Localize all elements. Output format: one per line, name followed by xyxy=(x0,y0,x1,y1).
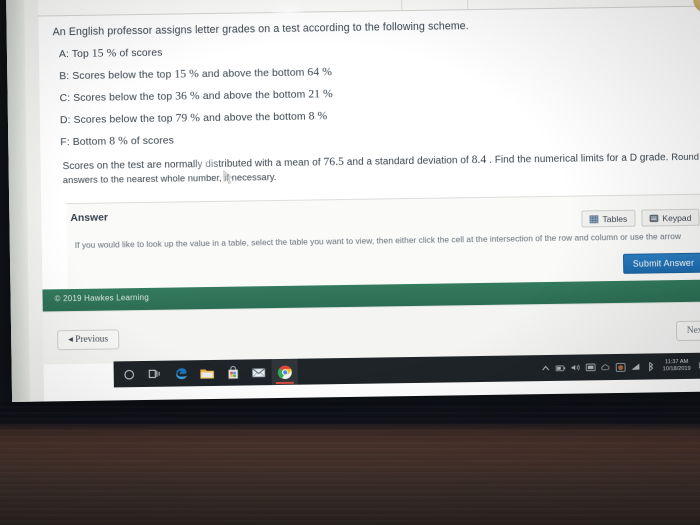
antivirus-shield-icon[interactable] xyxy=(615,362,626,372)
scheme-line-a: A: Top 15 % of scores xyxy=(59,38,693,61)
scheme-text-c-1: Scores below the top xyxy=(73,91,173,105)
keypad-button-label: Keypad xyxy=(662,212,692,223)
scheme-text-d-1: Scores below the top xyxy=(73,113,173,127)
stats-mean-value: 76.5 xyxy=(323,155,345,169)
show-hidden-icons-chevron-icon[interactable] xyxy=(541,363,551,373)
stats-text-1: Scores on the test are normally distribu… xyxy=(62,157,321,173)
scheme-text-f-2: of scores xyxy=(130,135,175,148)
google-chrome-icon[interactable] xyxy=(271,358,298,386)
scheme-value-c-2: 21 % xyxy=(308,87,333,101)
battery-icon[interactable] xyxy=(555,363,566,373)
scheme-text-a-2: of scores xyxy=(119,47,163,60)
microsoft-edge-icon[interactable] xyxy=(168,360,194,386)
desk-surface xyxy=(0,400,700,525)
scheme-grade-b: B: xyxy=(59,71,70,83)
mouse-cursor-icon xyxy=(223,170,234,185)
wifi-icon[interactable] xyxy=(631,362,641,372)
answer-panel: Answer Tables Keypad If you would like t… xyxy=(66,193,700,290)
scheme-grade-f: F: xyxy=(60,137,70,149)
browser-viewport: 0/10 Correct ★ An English professor assi… xyxy=(6,0,700,402)
scheme-value-b-2: 64 % xyxy=(307,65,333,79)
scheme-text-b-2: and above the bottom xyxy=(201,67,305,81)
scheme-grade-d: D: xyxy=(59,115,71,127)
scheme-text-d-2: and above the bottom xyxy=(203,111,306,125)
answer-heading: Answer xyxy=(70,212,109,225)
scheme-value-f-1: 8 % xyxy=(109,134,128,148)
system-tray: 11:37 AM 10/18/2019 xyxy=(540,353,700,382)
previous-button[interactable]: ◂ Previous xyxy=(57,329,120,351)
task-view-icon[interactable] xyxy=(142,361,168,387)
display-settings-icon[interactable] xyxy=(585,362,596,372)
file-explorer-icon[interactable] xyxy=(194,360,220,386)
scheme-value-a-1: 15 % xyxy=(91,46,117,60)
bluetooth-icon[interactable] xyxy=(646,361,656,372)
onedrive-icon[interactable] xyxy=(601,362,611,372)
cortana-search-icon[interactable] xyxy=(116,361,142,387)
answer-tool-buttons: Tables Keypad xyxy=(581,208,700,228)
clock-date: 10/18/2019 xyxy=(662,365,691,373)
table-grid-icon xyxy=(589,214,599,223)
taskbar-clock[interactable]: 11:37 AM 10/18/2019 xyxy=(661,359,693,373)
question-stats: Scores on the test are normally distribu… xyxy=(63,149,700,187)
question-intro: An English professor assigns letter grad… xyxy=(52,20,469,39)
keypad-button[interactable]: Keypad xyxy=(641,208,700,227)
answer-hint-text: If you would like to look up the value i… xyxy=(74,231,682,251)
scheme-line-f: F: Bottom 8 % of scores xyxy=(60,126,694,149)
stats-text-2: and a standard deviation of xyxy=(346,155,469,168)
scheme-text-c-2: and above the bottom xyxy=(202,89,306,103)
scheme-text-a-1: Top xyxy=(71,48,89,61)
mail-icon[interactable] xyxy=(246,359,272,385)
submit-answer-button[interactable]: Submit Answer xyxy=(622,252,700,274)
stats-text-3: . Find the numerical limits for a D grad… xyxy=(489,152,669,166)
copyright-text: © 2019 Hawkes Learning xyxy=(54,292,150,304)
tables-button-label: Tables xyxy=(602,213,628,224)
scheme-line-b: B: Scores below the top 15 % and above t… xyxy=(59,60,693,83)
stats-sd-value: 8.4 xyxy=(471,152,487,167)
taskbar-pinned-apps xyxy=(114,358,298,388)
microsoft-store-icon[interactable] xyxy=(220,359,246,385)
scheme-line-c: C: Scores below the top 36 % and above t… xyxy=(60,82,694,105)
volume-icon[interactable] xyxy=(571,363,581,373)
laptop-screen-photo: 0/10 Correct ★ An English professor assi… xyxy=(0,0,700,525)
scheme-value-d-2: 8 % xyxy=(308,109,328,123)
scheme-line-d: D: Scores below the top 79 % and above t… xyxy=(60,104,694,127)
tables-button[interactable]: Tables xyxy=(581,209,636,228)
keyboard-icon xyxy=(649,214,659,222)
scheme-grade-c: C: xyxy=(59,93,71,105)
scheme-grade-a: A: xyxy=(58,49,70,61)
scheme-value-b-1: 15 % xyxy=(174,67,199,81)
scheme-value-c-1: 36 % xyxy=(175,89,200,103)
scheme-text-b-1: Scores below the top xyxy=(72,69,172,83)
next-button[interactable]: Next ▸ xyxy=(675,320,700,342)
scheme-value-d-1: 79 % xyxy=(175,111,201,125)
question-body: An English professor assigns letter grad… xyxy=(38,6,700,188)
scheme-text-f-1: Bottom xyxy=(72,136,107,149)
